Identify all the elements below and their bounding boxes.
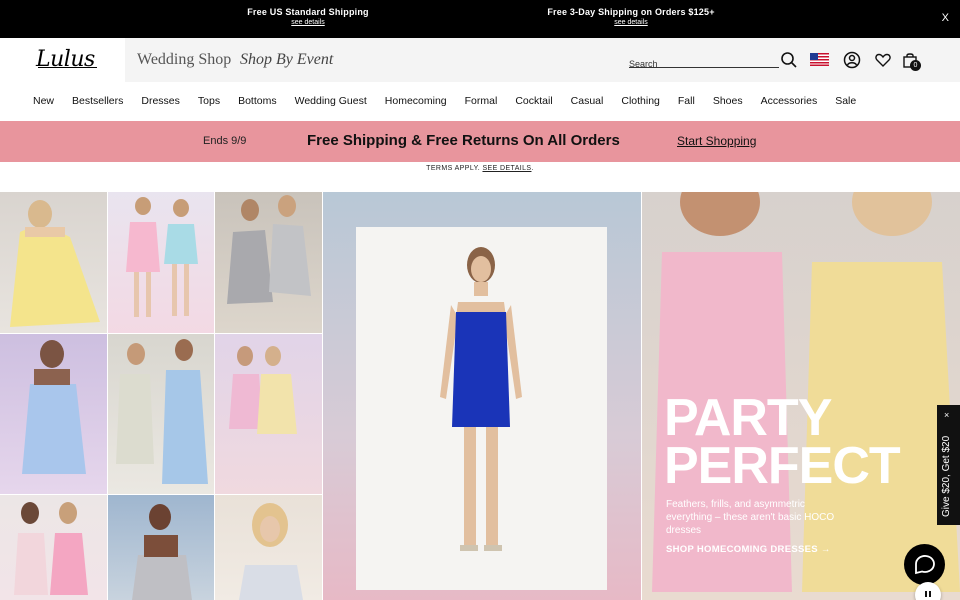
nav-item-bottoms[interactable]: Bottoms	[238, 95, 277, 107]
nav-item-new[interactable]: New	[33, 95, 54, 107]
referral-label: Give $20, Get $20	[941, 435, 952, 517]
terms-period: .	[531, 165, 534, 172]
hero-headline: PARTY PERFECT	[664, 389, 901, 495]
party-perfect-hero-banner[interactable]: PARTY PERFECT Feathers, frills, and asym…	[642, 192, 960, 600]
hero-headline-line2: PERFECT	[664, 437, 901, 495]
pink-dresses-figure-image	[14, 502, 88, 595]
shop-by-event-link[interactable]: Shop By Event	[240, 51, 333, 69]
nav-item-wedding-guest[interactable]: Wedding Guest	[295, 95, 367, 107]
terms-details-link[interactable]: SEE DETAILS	[482, 165, 531, 172]
nav-item-accessories[interactable]: Accessories	[761, 95, 818, 107]
nav-item-casual[interactable]: Casual	[571, 95, 604, 107]
product-photo-pastel-minis[interactable]	[108, 192, 214, 333]
sequin-minis-figure-image	[227, 195, 311, 304]
sequin-blue-figure-image	[116, 339, 208, 484]
referral-side-tab[interactable]: × Give $20, Get $20	[937, 405, 960, 525]
search-field-wrapper	[629, 54, 779, 69]
chat-bubble-icon	[915, 555, 935, 575]
start-shopping-link[interactable]: Start Shopping	[677, 134, 756, 148]
hero-headline-line1: PARTY	[664, 389, 832, 447]
express-shipping-promo: Free 3-Day Shipping on Orders $125+ see …	[521, 7, 741, 26]
pause-icon-bar-right	[929, 591, 931, 597]
product-photo-blonde-model[interactable]	[215, 495, 322, 600]
announcement-bar: Free US Standard Shipping see details Fr…	[0, 0, 960, 38]
product-photo-silver-sequin-dress[interactable]	[108, 495, 214, 600]
express-shipping-promo-title: Free 3-Day Shipping on Orders $125+	[547, 7, 715, 17]
product-photo-yellow-dress[interactable]	[0, 192, 107, 333]
promo-headline: Free Shipping & Free Returns On All Orde…	[307, 132, 620, 149]
product-photo-sequin-and-blue-dresses[interactable]	[108, 334, 214, 494]
nav-item-dresses[interactable]: Dresses	[141, 95, 180, 107]
nav-item-bestsellers[interactable]: Bestsellers	[72, 95, 123, 107]
shop-homecoming-dresses-link[interactable]: SHOP HOMECOMING DRESSES →	[666, 544, 831, 555]
search-icon[interactable]	[780, 51, 798, 69]
search-input[interactable]	[629, 59, 769, 69]
nav-item-sale[interactable]: Sale	[835, 95, 856, 107]
lulus-logo[interactable]: Lulus	[36, 47, 97, 72]
blonde-model-figure-image	[239, 503, 303, 600]
nav-item-fall[interactable]: Fall	[678, 95, 695, 107]
promo-end-date: Ends 9/9	[203, 135, 247, 147]
nav-item-clothing[interactable]: Clothing	[621, 95, 660, 107]
shipping-promo: Free US Standard Shipping see details	[198, 7, 418, 26]
satin-duo-figure-image	[229, 346, 297, 434]
account-icon[interactable]	[843, 51, 861, 69]
promo-banner: Ends 9/9 Free Shipping & Free Returns On…	[0, 121, 960, 162]
nav-item-tops[interactable]: Tops	[198, 95, 220, 107]
terms-notice: TERMS APPLY. SEE DETAILS.	[0, 165, 960, 172]
nav-item-formal[interactable]: Formal	[465, 95, 498, 107]
featured-product-frame	[356, 227, 607, 590]
product-photo-blue-satin-dress[interactable]	[0, 334, 107, 494]
cart-count-badge: 0	[910, 60, 921, 71]
product-photo-pink-dresses[interactable]	[0, 495, 107, 600]
hero-description: Feathers, frills, and asymmetric everyth…	[666, 499, 835, 536]
hero-section: PARTY PERFECT Feathers, frills, and asym…	[0, 192, 960, 600]
announcement-close-button[interactable]: X	[942, 12, 949, 24]
us-flag-icon[interactable]	[810, 53, 829, 66]
product-photo-satin-pastel-duo[interactable]	[215, 334, 322, 494]
nav-item-shoes[interactable]: Shoes	[713, 95, 743, 107]
pause-icon-bar-left	[925, 591, 927, 597]
product-photo-sequin-minis[interactable]	[215, 192, 322, 333]
logo-area: Lulus	[0, 38, 125, 82]
shipping-promo-title: Free US Standard Shipping	[247, 7, 369, 17]
featured-product-blue-dress[interactable]	[323, 192, 641, 600]
heart-icon[interactable]	[874, 51, 892, 69]
yellow-dress-figure-image	[10, 200, 100, 327]
main-nav: New Bestsellers Dresses Tops Bottoms Wed…	[0, 82, 960, 120]
nav-item-cocktail[interactable]: Cocktail	[515, 95, 552, 107]
shipping-promo-details-link[interactable]: see details	[198, 19, 418, 26]
nav-item-homecoming[interactable]: Homecoming	[385, 95, 447, 107]
terms-text: TERMS APPLY.	[426, 165, 481, 172]
silver-sequin-figure-image	[132, 504, 192, 600]
chat-button[interactable]	[904, 544, 945, 585]
express-shipping-details-link[interactable]: see details	[521, 19, 741, 26]
wedding-shop-link[interactable]: Wedding Shop	[137, 51, 231, 69]
blue-dress-model-image	[440, 247, 522, 551]
pastel-minis-figure-image	[126, 197, 198, 317]
blue-satin-figure-image	[22, 340, 86, 474]
